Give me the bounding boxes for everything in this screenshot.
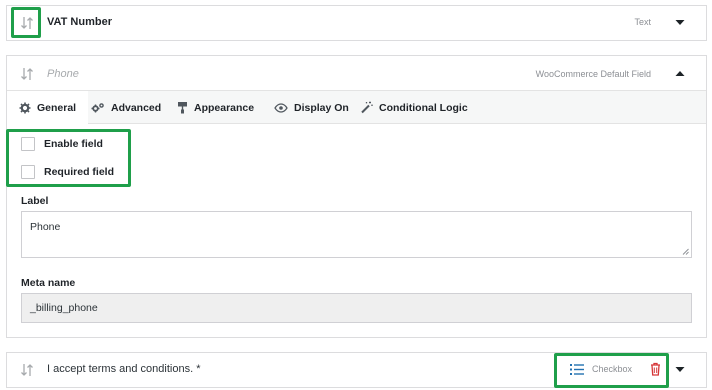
magic-wand-icon (361, 101, 373, 114)
field-type: Text (634, 17, 651, 27)
tab-conditional-logic[interactable]: Conditional Logic (360, 91, 468, 124)
tab-label: Advanced (111, 101, 162, 114)
field-type: WooCommerce Default Field (535, 69, 651, 79)
enable-field-row[interactable]: Enable field (21, 137, 103, 151)
settings-tabs: General Advanced Appearance Display On C… (7, 90, 706, 125)
chevron-down-icon[interactable] (674, 16, 686, 28)
tab-label: Appearance (194, 101, 255, 114)
list-icon (570, 363, 584, 379)
field-row-vat-number[interactable]: VAT Number Text (6, 5, 707, 41)
meta-name-input[interactable]: _billing_phone (21, 293, 692, 323)
field-type: Checkbox (592, 364, 633, 374)
field-title: I accept terms and conditions. * (47, 363, 201, 375)
tab-general[interactable]: General (7, 91, 89, 125)
paint-roller-icon (178, 102, 187, 114)
field-title: VAT Number (47, 16, 112, 28)
meta-name-value: _billing_phone (30, 302, 98, 314)
field-row-phone[interactable]: Phone WooCommerce Default Field General … (6, 55, 707, 338)
trash-icon[interactable] (650, 362, 661, 379)
field-row-terms[interactable]: I accept terms and conditions. * Checkbo… (6, 352, 707, 388)
required-field-row[interactable]: Required field (21, 165, 114, 179)
tab-label: Display On (294, 101, 349, 114)
meta-name-label: Meta name (21, 277, 76, 289)
gear-icon (19, 102, 31, 114)
label-field-label: Label (21, 195, 49, 207)
eye-icon (274, 102, 288, 113)
sort-handle-icon[interactable] (20, 15, 34, 31)
enable-field-checkbox[interactable] (21, 137, 35, 151)
label-textarea-value: Phone (30, 221, 61, 233)
tab-appearance[interactable]: Appearance (177, 91, 254, 124)
chevron-up-icon[interactable] (674, 68, 686, 80)
chevron-down-icon[interactable] (674, 363, 686, 375)
sort-handle-icon[interactable] (20, 66, 34, 82)
resize-handle-icon[interactable] (682, 248, 689, 255)
required-field-label: Required field (44, 166, 115, 178)
tab-label: Conditional Logic (379, 101, 468, 114)
gears-icon (91, 102, 104, 112)
required-field-checkbox[interactable] (21, 165, 35, 179)
tab-label: General (37, 102, 77, 114)
tab-display-on[interactable]: Display On (274, 91, 349, 124)
field-title: Phone (47, 68, 79, 80)
label-textarea[interactable]: Phone (21, 211, 692, 258)
enable-field-label: Enable field (44, 138, 103, 150)
sort-handle-icon[interactable] (20, 362, 34, 378)
tab-advanced[interactable]: Advanced (91, 91, 161, 124)
